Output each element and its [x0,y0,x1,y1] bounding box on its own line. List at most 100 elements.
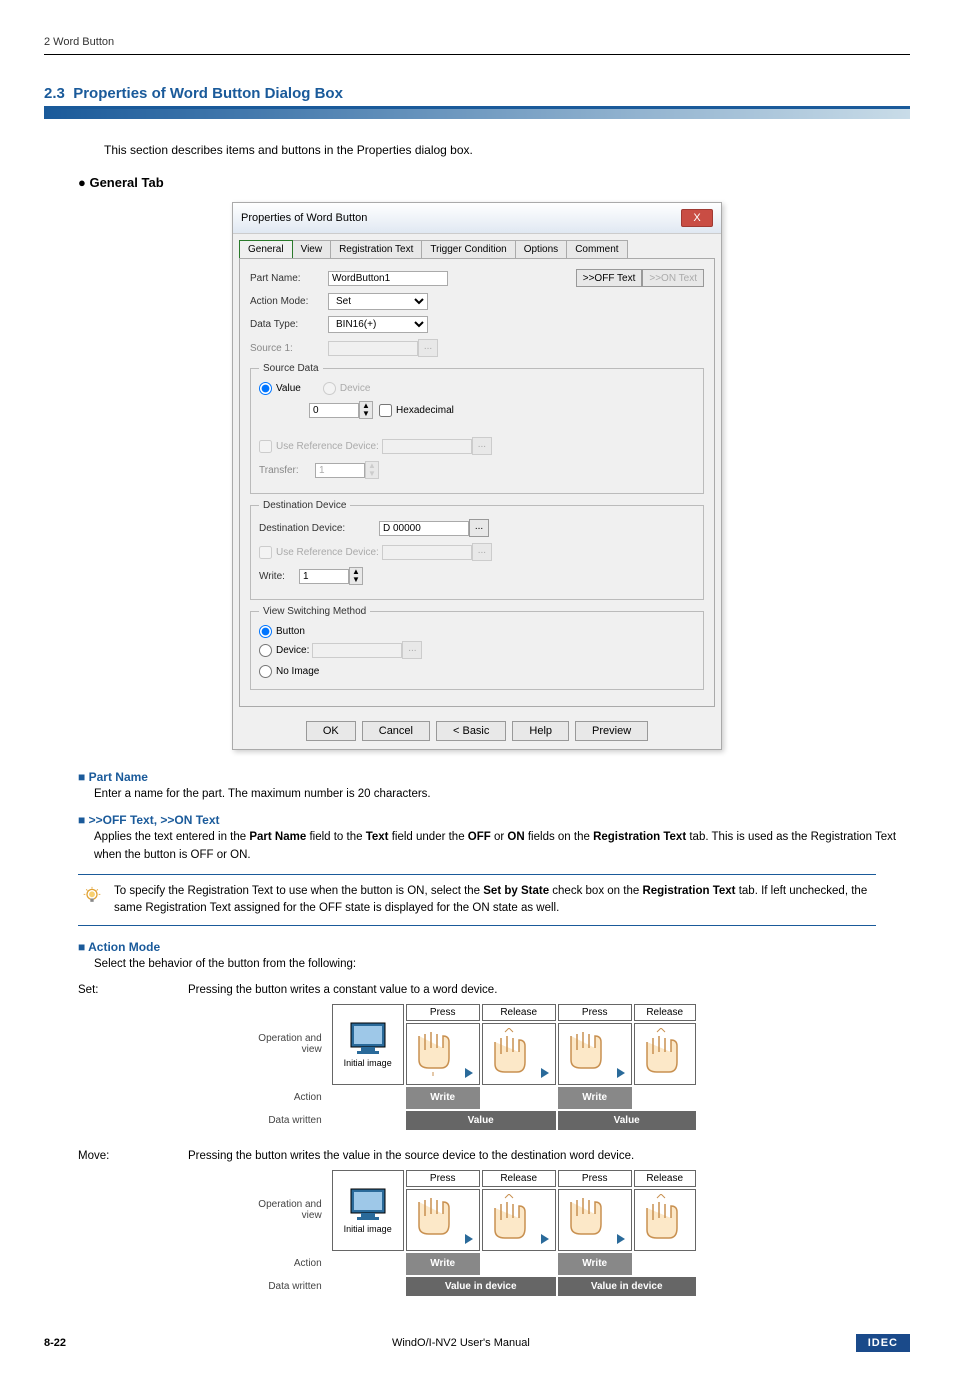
general-tab-heading: General Tab [78,175,910,190]
source-ref-browse: ... [472,437,492,455]
action-label-2: Action [258,1253,329,1275]
destination-device-group: Destination Device Destination Device: .… [250,500,704,600]
write-cell-2a: Write [406,1253,480,1275]
on-text-button[interactable]: >>ON Text [642,269,704,287]
section-number: 2.3 [44,85,65,102]
dest-ref-browse: ... [472,543,492,561]
value-cell-1a: Value [449,1115,513,1126]
tab-comment[interactable]: Comment [566,240,627,258]
part-name-label: Part Name: [250,273,328,284]
section-intro: This section describes items and buttons… [104,143,910,157]
data-written-label-1: Data written [258,1111,329,1130]
move-term: Move: [78,1150,188,1162]
initial-image-label-1: Initial image [337,1058,399,1068]
op-view-label-2a: Operation and [258,1199,321,1210]
dialog-tabs: General View Registration Text Trigger C… [233,234,721,258]
value-cell-1b: Value [597,1115,656,1126]
hand-press-icon [563,1194,615,1242]
basic-button[interactable]: < Basic [436,721,506,741]
destination-device-input[interactable] [379,521,469,536]
tab-general[interactable]: General [239,240,293,258]
manual-name: WindO/I-NV2 User's Manual [66,1337,856,1349]
monitor-icon [349,1021,387,1055]
source-value-radio[interactable]: Value [259,382,301,395]
tab-view[interactable]: View [292,240,332,258]
chapter-header: 2 Word Button [44,36,910,55]
source-use-ref-check: Use Reference Device: [259,440,379,453]
offon-hdr: >>OFF Text, >>ON Text [78,813,910,827]
page-number: 8-22 [44,1337,66,1349]
part-name-input[interactable] [328,271,448,286]
set-diagram: Operation andview Initial image Press Re… [256,1002,697,1132]
source-data-legend: Source Data [259,363,323,374]
source1-label: Source 1: [250,343,328,354]
destination-device-legend: Destination Device [259,500,350,511]
hand-release-icon [639,1028,691,1076]
destination-device-browse[interactable]: ... [469,519,489,537]
vsm-device-input [312,643,402,658]
data-type-label: Data Type: [250,319,328,330]
source-value-input[interactable] [309,403,359,418]
vsm-button-radio[interactable]: Button [259,625,305,638]
off-text-button[interactable]: >>OFF Text [576,269,643,287]
hand-release-icon [639,1194,691,1242]
write-cell-1a: Write [406,1087,480,1109]
tab-registration-text[interactable]: Registration Text [330,240,422,258]
cancel-button[interactable]: Cancel [362,721,430,741]
transfer-input [315,463,365,478]
vsm-device-radio[interactable]: Device: [259,644,309,657]
vsm-device-browse: ... [402,641,422,659]
vsm-noimage-radio[interactable]: No Image [259,665,319,678]
view-switching-group: View Switching Method Button Device: ...… [250,606,704,690]
source-data-group: Source Data Value Device ▲▼ Hexadecimal … [250,363,704,494]
source-device-radio[interactable]: Device [323,382,371,395]
view-switching-legend: View Switching Method [259,606,370,617]
monitor-icon [349,1187,387,1221]
release-header-1a: Release [482,1004,556,1021]
hand-press-icon [563,1028,615,1076]
release-header-1b: Release [634,1004,696,1021]
value-in-device-cell-2a: Value in device [445,1281,517,1292]
dialog-close-button[interactable]: X [681,209,713,227]
source-ref-input [382,439,472,454]
press-header-2b: Press [558,1170,632,1187]
press-header-1a: Press [406,1004,480,1021]
part-name-hdr: Part Name [78,770,910,784]
press-header-2a: Press [406,1170,480,1187]
op-view-label-1a: Operation and [258,1033,321,1044]
write-cell-1b: Write [558,1087,632,1109]
release-header-2b: Release [634,1170,696,1187]
part-name-txt: Enter a name for the part. The maximum n… [94,786,910,803]
tab-trigger-condition[interactable]: Trigger Condition [421,240,515,258]
hexadecimal-check[interactable]: Hexadecimal [379,404,454,417]
note-box: To specify the Registration Text to use … [78,874,876,927]
write-label: Write: [259,571,299,582]
set-term: Set: [78,984,188,996]
write-cell-2b: Write [558,1253,632,1275]
source1-browse: ... [418,339,438,357]
ok-button[interactable]: OK [306,721,356,741]
hand-press-icon [411,1194,463,1242]
initial-image-label-2: Initial image [337,1224,399,1234]
dest-use-ref-check: Use Reference Device: [259,546,379,559]
hand-press-icon [411,1028,463,1076]
release-header-2a: Release [482,1170,556,1187]
general-tab-heading-label: General Tab [89,175,163,190]
lightbulb-icon [82,883,102,909]
action-mode-label: Action Mode: [250,296,328,307]
action-mode-select[interactable]: Set [328,293,428,310]
tab-options[interactable]: Options [515,240,567,258]
section-title: 2.3 Properties of Word Button Dialog Box [44,85,910,102]
data-type-select[interactable]: BIN16(+) [328,316,428,333]
section-title-text: Properties of Word Button Dialog Box [73,85,343,102]
preview-button[interactable]: Preview [575,721,648,741]
write-input[interactable] [299,569,349,584]
move-desc: Pressing the button writes the value in … [188,1150,910,1162]
data-written-label-2: Data written [258,1277,329,1296]
properties-dialog: Properties of Word Button X General View… [232,202,722,750]
help-button[interactable]: Help [512,721,569,741]
action-label-1: Action [258,1087,329,1109]
page-footer: 8-22 WindO/I-NV2 User's Manual IDEC [44,1328,910,1352]
dest-ref-input [382,545,472,560]
destination-device-label: Destination Device: [259,523,379,534]
